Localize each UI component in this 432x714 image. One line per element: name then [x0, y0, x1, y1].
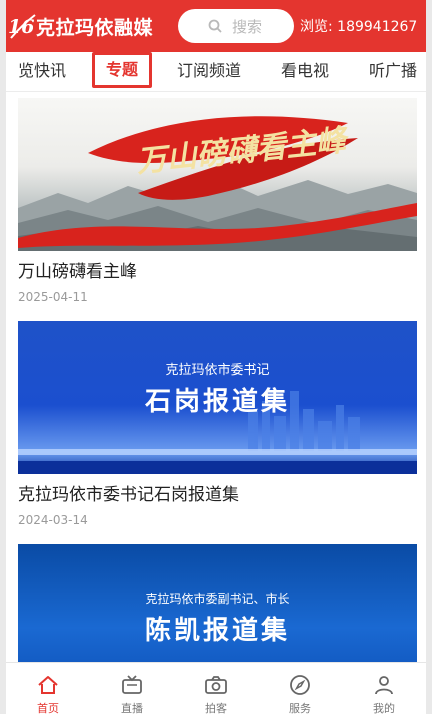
tv-icon	[122, 675, 142, 694]
bottom-nav-reporter[interactable]: 拍客	[174, 663, 258, 714]
app-header: 16 克拉玛依融媒 搜索 浏览: 189941267	[6, 0, 426, 52]
banner-heading: 石岗报道集	[144, 387, 290, 417]
topic-date: 2025-04-11	[18, 290, 88, 304]
compass-icon	[290, 675, 310, 695]
banner-subtitle: 克拉玛依市委书记	[165, 363, 270, 378]
app-screen: 16 克拉玛依融媒 搜索 浏览: 189941267 览快讯 专题 订阅频道 看…	[6, 0, 426, 714]
topic-card[interactable]: 克拉玛依市委书记 石岗报道集 克拉玛依市委书记石岗报道集 2024-03-14	[18, 321, 417, 527]
bottom-nav-label: 拍客	[205, 702, 227, 714]
topic-title[interactable]: 克拉玛依市委书记石岗报道集	[18, 480, 417, 505]
search-icon	[208, 19, 222, 33]
views-label: 浏览:	[300, 19, 333, 35]
views-count: 189941267	[337, 19, 418, 35]
topic-banner[interactable]: 克拉玛依市委书记 石岗报道集	[18, 321, 417, 474]
tab-news-flash[interactable]: 览快讯	[18, 52, 66, 90]
topic-card[interactable]: 万山磅礴看主峰 万山磅礴看主峰 2025-04-11	[18, 98, 417, 304]
topic-title[interactable]: 万山磅礴看主峰	[18, 257, 417, 282]
user-icon	[375, 676, 393, 695]
logo-mark-icon: 16	[8, 14, 36, 39]
bottom-nav-live[interactable]: 直播	[90, 663, 174, 714]
tab-watch-tv[interactable]: 看电视	[281, 52, 329, 90]
bottom-nav-services[interactable]: 服务	[258, 663, 342, 714]
tab-radio[interactable]: 听广播	[369, 52, 417, 90]
bottom-nav-home[interactable]: 首页	[6, 663, 90, 714]
view-counter: 浏览: 189941267	[300, 16, 417, 36]
bottom-nav-label: 我的	[373, 702, 395, 714]
bottom-nav-label: 服务	[289, 702, 311, 714]
mountain-ribbon-art	[18, 116, 417, 251]
home-icon	[38, 676, 58, 694]
category-tabs: 览快讯 专题 订阅频道 看电视 听广播	[6, 52, 426, 92]
topic-card[interactable]: 克拉玛依市委副书记、市长 陈凯报道集	[18, 544, 417, 662]
topic-feed: 万山磅礴看主峰 万山磅礴看主峰 2025-04-11 克拉玛依市委书记 石岗报道…	[6, 92, 426, 662]
tab-subscribe-channels[interactable]: 订阅频道	[177, 52, 241, 90]
logo-text: 克拉玛依融媒	[36, 16, 154, 39]
topic-banner[interactable]: 万山磅礴看主峰	[18, 98, 417, 251]
camera-icon	[205, 676, 227, 694]
app-logo[interactable]: 16 克拉玛依融媒	[8, 9, 174, 43]
banner-subtitle: 克拉玛依市委副书记、市长	[145, 592, 290, 606]
bottom-nav: 首页 直播 拍客 服务 我的	[6, 662, 426, 714]
bottom-nav-label: 首页	[37, 702, 59, 714]
search-placeholder: 搜索	[232, 17, 263, 36]
tab-topics[interactable]: 专题	[92, 52, 153, 88]
bottom-nav-label: 直播	[121, 702, 143, 714]
banner-heading: 陈凯报道集	[144, 616, 290, 646]
bottom-nav-me[interactable]: 我的	[342, 663, 426, 714]
topic-date: 2024-03-14	[18, 513, 88, 527]
topic-banner[interactable]: 克拉玛依市委副书记、市长 陈凯报道集	[18, 544, 417, 662]
search-box[interactable]: 搜索	[178, 9, 294, 43]
